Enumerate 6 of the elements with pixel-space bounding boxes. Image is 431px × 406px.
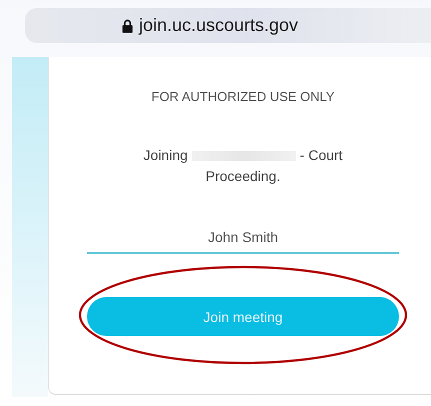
notice-text: FOR AUTHORIZED USE ONLY	[151, 89, 335, 104]
address-bar[interactable]: join.uc.uscourts.gov	[25, 8, 431, 43]
meeting-title-text: - Court Proceeding.	[206, 147, 343, 184]
url-text: join.uc.uscourts.gov	[138, 15, 298, 36]
joining-text: Joining	[143, 147, 188, 163]
name-field[interactable]: John Smith	[87, 223, 399, 254]
